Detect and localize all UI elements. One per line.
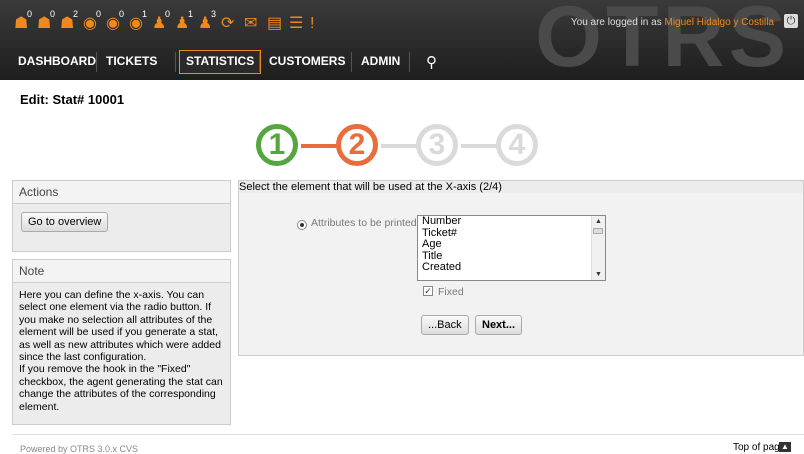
- top-of-page-icon[interactable]: ▲: [779, 442, 791, 452]
- toolbar-count: 0: [165, 9, 171, 19]
- new-email-ticket-icon[interactable]: ✉: [242, 10, 264, 34]
- note-text-2: If you remove the hook in the "Fixed" ch…: [19, 363, 223, 413]
- toolbar-count: 0: [119, 9, 125, 19]
- actions-title: Actions: [13, 181, 230, 204]
- nav-item-dashboard[interactable]: DASHBOARD: [12, 50, 102, 74]
- nav-item-statistics[interactable]: STATISTICS: [179, 50, 261, 74]
- footer-divider: [12, 434, 804, 435]
- login-info: You are logged in as Miguel Hidalgo y Co…: [571, 17, 774, 28]
- note-text: Here you can define the x-axis. You can …: [13, 283, 230, 419]
- login-prefix: You are logged in as: [570, 17, 662, 28]
- reload-icon[interactable]: ⟳: [219, 10, 241, 34]
- scroll-thumb[interactable]: [593, 228, 603, 234]
- powered-by: Powered by OTRS 3.0.x CVS: [20, 444, 139, 454]
- watched-tickets-reached-icon-glyph: ◉: [106, 15, 120, 32]
- queue-view-icon-glyph: ▤: [267, 15, 283, 32]
- nav-item-admin[interactable]: ADMIN: [355, 50, 406, 74]
- nav-separator: [259, 52, 260, 72]
- locked-tickets-total-icon[interactable]: ☗ 2: [58, 9, 80, 34]
- listbox-scrollbar[interactable]: ▲ ▼: [591, 216, 605, 280]
- top-of-page-link[interactable]: Top of page: [733, 442, 785, 453]
- page-title: Edit: Stat# 10001: [20, 92, 125, 107]
- watched-tickets-reached-icon[interactable]: ◉ 0: [104, 9, 126, 34]
- nav-separator: [175, 52, 176, 72]
- scroll-up-icon[interactable]: ▲: [595, 218, 602, 225]
- watched-tickets-new-icon-glyph: ◉: [83, 15, 97, 32]
- wizard-step-4: 4: [496, 124, 538, 166]
- header-bar: OTRS ☗ 0 ☗ 0 ☗ 2 ◉ 0 ◉ 0 ◉ 1 ♟ 0 ♟ 1 ♟ 3 ⟳ ✉ ▤ ☰! You are log…: [0, 0, 804, 80]
- responsible-reached-icon[interactable]: ♟ 1: [173, 9, 195, 34]
- logout-icon[interactable]: ⏻: [784, 14, 798, 28]
- nav-item-tickets[interactable]: TICKETS: [100, 50, 163, 74]
- wizard-step-1: 1: [256, 124, 298, 166]
- escalation-view-icon[interactable]: !: [308, 10, 330, 34]
- user-name-link[interactable]: Miguel Hidalgo y Costilla: [665, 17, 775, 28]
- note-text-1: Here you can define the x-axis. You can …: [19, 289, 221, 364]
- search-icon[interactable]: ⚲: [426, 53, 437, 71]
- wizard-step-connector: [461, 144, 497, 148]
- locked-tickets-reached-icon[interactable]: ☗ 0: [35, 9, 57, 34]
- attributes-radio[interactable]: [297, 220, 307, 230]
- attribute-option[interactable]: Created: [418, 262, 605, 274]
- responsible-total-icon[interactable]: ♟ 3: [196, 9, 218, 34]
- wizard-step-connector: [301, 144, 337, 148]
- toolbar-count: 1: [142, 9, 148, 19]
- fixed-label: Fixed: [438, 286, 464, 298]
- back-button[interactable]: ...Back: [421, 315, 469, 335]
- next-button[interactable]: Next...: [475, 315, 523, 335]
- status-view-icon[interactable]: ☰: [287, 10, 309, 34]
- toolbar-count: 1: [188, 9, 194, 19]
- toolbar-count: 0: [50, 9, 56, 19]
- toolbar-count: 3: [211, 9, 217, 19]
- toolbar-count: 0: [96, 9, 102, 19]
- new-email-ticket-icon-glyph: ✉: [244, 15, 258, 32]
- status-view-icon-glyph: ☰: [289, 15, 304, 32]
- attribute-option[interactable]: Age: [418, 239, 605, 251]
- attribute-option[interactable]: Number: [418, 216, 605, 228]
- scroll-down-icon[interactable]: ▼: [595, 271, 602, 278]
- locked-tickets-new-icon[interactable]: ☗ 0: [12, 9, 34, 34]
- actions-box: Actions Go to overview: [12, 180, 231, 252]
- x-axis-selection-title: Select the element that will be used at …: [239, 181, 803, 193]
- toolbar-count: 2: [73, 9, 79, 19]
- wizard-step-2: 2: [336, 124, 378, 166]
- watched-tickets-total-icon-glyph: ◉: [129, 15, 143, 32]
- nav-separator: [96, 52, 97, 72]
- escalation-view-icon-glyph: !: [310, 15, 315, 32]
- watched-tickets-new-icon[interactable]: ◉ 0: [81, 9, 103, 34]
- responsible-new-icon[interactable]: ♟ 0: [150, 9, 172, 34]
- attributes-label: Attributes to be printed:: [311, 217, 420, 229]
- go-to-overview-button[interactable]: Go to overview: [21, 212, 109, 232]
- note-box: Note Here you can define the x-axis. You…: [12, 259, 231, 425]
- nav-item-customers[interactable]: CUSTOMERS: [263, 50, 351, 74]
- watched-tickets-total-icon[interactable]: ◉ 1: [127, 9, 149, 34]
- reload-icon-glyph: ⟳: [221, 15, 235, 32]
- nav-separator: [409, 52, 410, 72]
- toolbar-count: 0: [27, 9, 33, 19]
- attributes-options: Number Ticket# Age Title Created: [418, 216, 605, 274]
- fixed-checkbox[interactable]: ✓: [423, 286, 433, 296]
- attributes-listbox[interactable]: Number Ticket# Age Title Created ▲ ▼: [417, 215, 606, 281]
- wizard-steps: 1234: [253, 122, 553, 170]
- nav-separator: [351, 52, 352, 72]
- attribute-option[interactable]: Ticket#: [418, 227, 605, 240]
- note-title: Note: [13, 260, 230, 283]
- queue-view-icon[interactable]: ▤: [265, 10, 287, 34]
- wizard-step-3: 3: [416, 124, 458, 166]
- wizard-step-connector: [381, 144, 417, 148]
- otrs-watermark-logo: OTRS: [535, 0, 790, 85]
